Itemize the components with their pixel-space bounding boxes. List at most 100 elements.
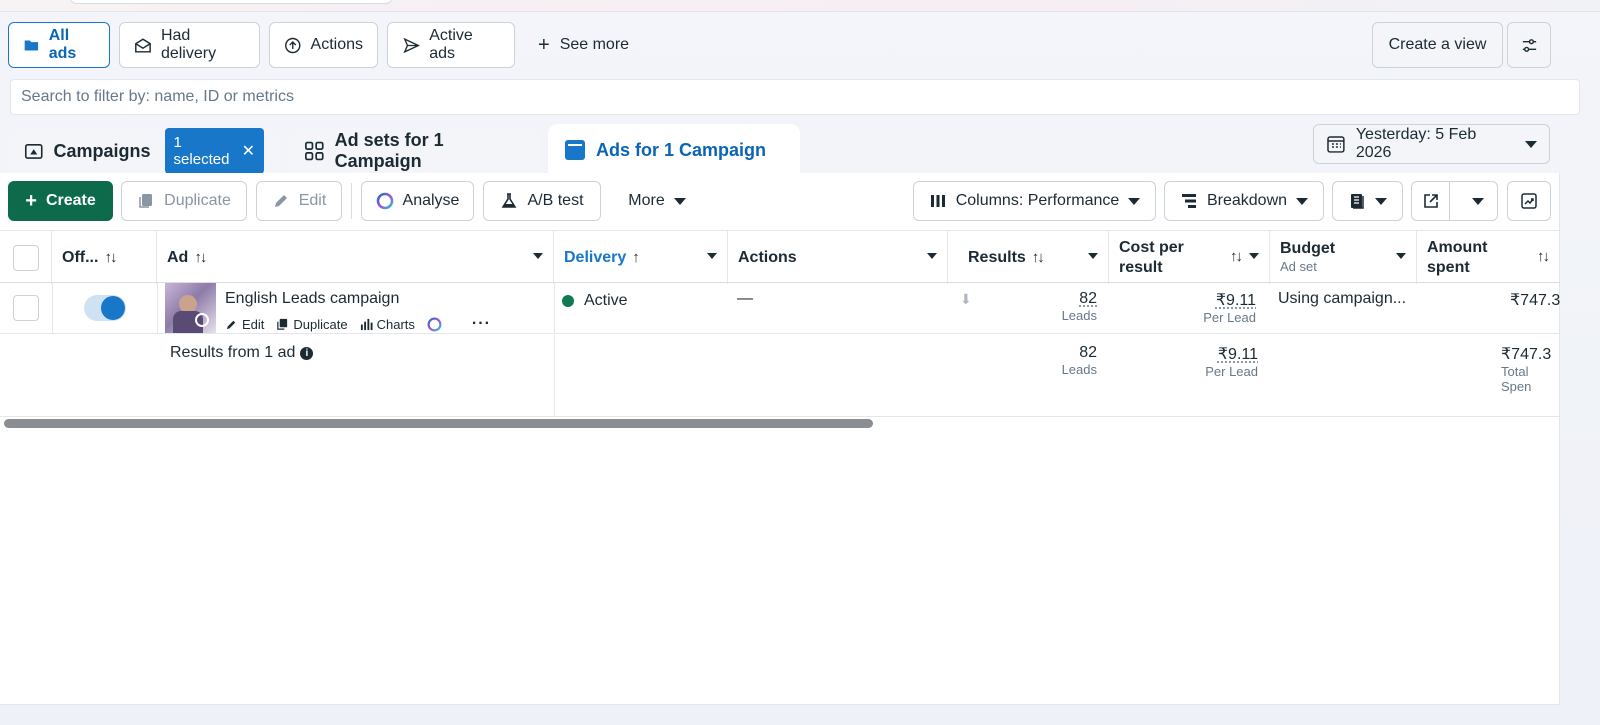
sliders-icon <box>1522 38 1536 52</box>
header-ad-label: Ad <box>167 248 189 266</box>
caret-down-icon[interactable] <box>1249 253 1259 259</box>
header-amount-line-1: Amount <box>1427 238 1488 256</box>
arrow-up-circle-icon <box>285 37 301 53</box>
budget-value: Using campaign... <box>1278 290 1407 307</box>
sort-icon[interactable]: ↑↓ <box>194 249 207 266</box>
ad-thumbnail[interactable] <box>165 283 216 333</box>
sort-icon[interactable]: ↑↓ <box>104 249 117 266</box>
create-view-button[interactable]: Create a view <box>1372 22 1503 68</box>
header-delivery[interactable]: Delivery ↑ <box>554 231 728 284</box>
top-strip <box>0 0 1600 12</box>
download-icon[interactable]: ⬇ <box>960 291 972 308</box>
delivery-status: Active <box>562 292 628 310</box>
ab-test-button[interactable]: A/B test <box>483 181 601 221</box>
header-results[interactable]: Results ↑↓ <box>948 231 1109 284</box>
row-checkbox[interactable] <box>13 295 39 321</box>
header-amount-spent[interactable]: Amount spent ↑↓ <box>1417 231 1560 284</box>
header-budget-label: Budget Ad set <box>1280 240 1335 276</box>
view-active-ads-label: Active ads <box>429 27 473 62</box>
results-unit: Leads <box>1061 308 1097 323</box>
ad-name-link[interactable]: English Leads campaign <box>225 290 399 308</box>
summary-results-value: 82 <box>1079 344 1097 361</box>
breakdown-button[interactable]: Breakdown <box>1164 181 1324 221</box>
chevron-down-icon <box>1472 197 1485 205</box>
row-duplicate-label: Duplicate <box>293 316 348 332</box>
header-ad[interactable]: Ad ↑↓ <box>157 231 554 284</box>
caret-down-icon[interactable] <box>1088 253 1098 259</box>
row-duplicate-link[interactable]: Duplicate <box>276 316 348 332</box>
tab-ads[interactable]: Ads for 1 Campaign <box>548 124 800 176</box>
header-amount-spent-label: Amount spent <box>1427 238 1487 278</box>
row-charts-link[interactable]: Charts <box>360 317 415 332</box>
row-analyse-link[interactable] <box>427 317 442 332</box>
filter-search-input[interactable] <box>21 88 1569 106</box>
see-more-label: See more <box>559 36 630 53</box>
date-range-label: Yesterday: 5 Feb 2026 <box>1355 126 1477 161</box>
caret-down-icon[interactable] <box>707 253 717 259</box>
cost-per-result-value[interactable]: ₹9.11 <box>1150 290 1256 310</box>
table-row[interactable]: English Leads campaign Edit Duplicate Ch… <box>0 283 1560 334</box>
selected-badge[interactable]: 1 selected ✕ <box>164 128 264 174</box>
ad-on-off-toggle[interactable] <box>84 295 126 321</box>
header-cost-per-result[interactable]: Cost per result ↑↓ <box>1109 231 1270 284</box>
top-tab-fragment <box>70 0 392 4</box>
export-button[interactable] <box>1412 182 1451 220</box>
campaign-folder-icon <box>24 143 43 159</box>
tab-campaigns[interactable]: Campaigns 1 selected ✕ <box>8 128 280 174</box>
close-icon[interactable]: ✕ <box>242 141 255 161</box>
export-menu-button[interactable] <box>1459 182 1497 220</box>
pencil-icon <box>274 195 287 207</box>
see-more-button[interactable]: + See more <box>538 22 629 68</box>
video-play-icon <box>195 313 209 327</box>
row-more-icon[interactable]: ··· <box>472 315 491 333</box>
create-button[interactable]: + Create <box>8 181 113 221</box>
date-range-picker[interactable]: Yesterday: 5 Feb 2026 <box>1313 124 1550 164</box>
duplicate-button[interactable]: Duplicate <box>121 181 247 221</box>
summary-cost-unit: Per Lead <box>1205 364 1258 379</box>
columns-button[interactable]: Columns: Performance <box>913 181 1156 221</box>
horizontal-scrollbar[interactable] <box>4 419 873 428</box>
chevron-down-icon <box>1525 140 1537 148</box>
sort-ascending-icon[interactable]: ↑ <box>632 249 639 266</box>
tab-ad-sets[interactable]: Ad sets for 1 Campaign <box>288 128 539 174</box>
view-bar: All ads Had delivery Actions Active ads … <box>8 22 1590 68</box>
ads-table-panel: + Create Duplicate Edit Analyse A/B test… <box>0 173 1560 705</box>
header-off-on[interactable]: Off... ↑↓ <box>52 231 157 284</box>
chevron-down-icon <box>1296 197 1309 205</box>
sort-icon[interactable]: ↑↓ <box>1537 247 1550 267</box>
plus-icon: + <box>538 34 550 56</box>
copy-icon <box>277 318 288 330</box>
header-budget[interactable]: Budget Ad set <box>1270 231 1417 284</box>
header-cost-line-1: Cost per <box>1119 238 1184 256</box>
row-edit-link[interactable]: Edit <box>225 317 264 332</box>
caret-down-icon[interactable] <box>927 253 937 259</box>
analyse-button[interactable]: Analyse <box>361 181 474 221</box>
view-all-ads[interactable]: All ads <box>8 22 110 68</box>
sort-icon[interactable]: ↑↓ <box>1032 249 1045 266</box>
charts-toggle-button[interactable] <box>1507 181 1551 221</box>
view-active-ads[interactable]: Active ads <box>387 22 515 68</box>
chevron-down-icon <box>673 197 686 205</box>
caret-down-icon[interactable] <box>533 253 543 259</box>
view-had-delivery[interactable]: Had delivery <box>119 22 260 68</box>
header-actions[interactable]: Actions <box>728 231 948 284</box>
summary-cost-value[interactable]: ₹9.11 <box>1150 344 1258 364</box>
view-had-delivery-label: Had delivery <box>160 27 217 62</box>
ad-window-icon <box>565 140 585 160</box>
info-icon[interactable]: i <box>300 346 314 360</box>
header-budget-title: Budget <box>1280 239 1336 257</box>
more-button[interactable]: More <box>612 181 702 221</box>
view-actions[interactable]: Actions <box>269 22 378 68</box>
ab-test-label: A/B test <box>527 192 584 209</box>
select-all-checkbox[interactable] <box>12 244 39 271</box>
columns-label: Columns: Performance <box>955 192 1120 209</box>
view-settings-button[interactable] <box>1507 22 1551 68</box>
status-dot <box>562 295 574 307</box>
caret-down-icon[interactable] <box>1396 253 1406 259</box>
column-divider <box>157 283 158 333</box>
results-value[interactable]: 82 <box>1000 290 1097 308</box>
sort-icon[interactable]: ↑↓ <box>1230 247 1243 267</box>
chevron-down-icon <box>1128 197 1141 205</box>
edit-button[interactable]: Edit <box>256 181 342 221</box>
reports-button[interactable] <box>1332 181 1403 221</box>
